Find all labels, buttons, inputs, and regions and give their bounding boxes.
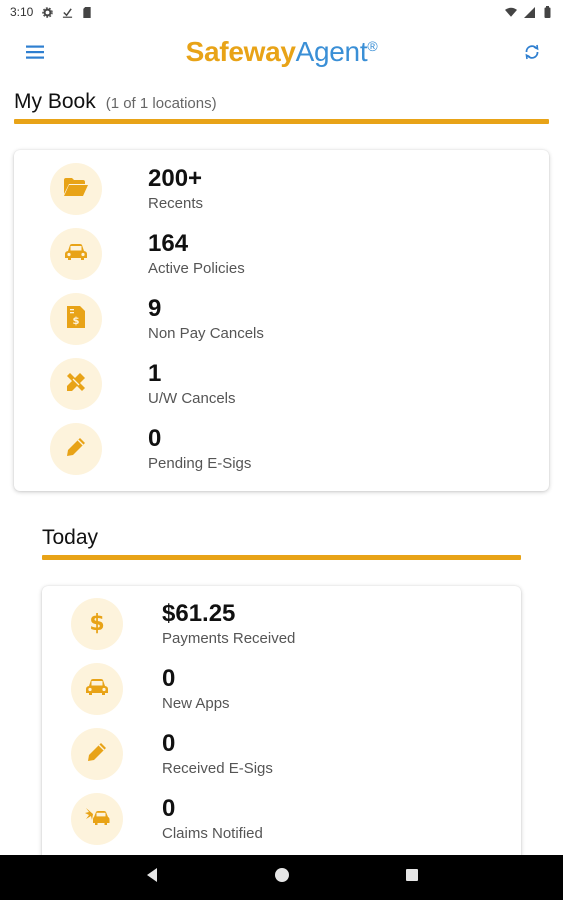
nav-back-button[interactable] bbox=[137, 863, 167, 893]
status-time: 3:10 bbox=[10, 5, 34, 19]
stat-uw-cancels[interactable]: 1 U/W Cancels bbox=[50, 354, 236, 414]
app-logo: SafewayAgent® bbox=[0, 36, 563, 68]
nav-recents-button[interactable] bbox=[397, 863, 427, 893]
non-pay-cancels-label: Non Pay Cancels bbox=[148, 324, 264, 342]
today-divider bbox=[42, 555, 521, 560]
pending-esigs-label: Pending E-Sigs bbox=[148, 454, 252, 472]
recents-icon-circle bbox=[50, 163, 102, 215]
payments-icon-circle: $ bbox=[71, 598, 123, 650]
new-apps-value: 0 bbox=[162, 664, 176, 692]
active-policies-label: Active Policies bbox=[148, 259, 245, 277]
stat-claims-notified[interactable]: 0 Claims Notified bbox=[71, 789, 263, 849]
uw-cancels-label: U/W Cancels bbox=[148, 389, 236, 407]
stat-pending-esigs[interactable]: 0 Pending E-Sigs bbox=[50, 419, 251, 479]
wifi-icon bbox=[505, 6, 517, 18]
back-triangle-icon bbox=[145, 867, 159, 888]
pencil-ruler-icon bbox=[64, 370, 88, 399]
pending-esigs-icon-circle bbox=[50, 423, 102, 475]
stat-non-pay-cancels[interactable]: $ 9 Non Pay Cancels bbox=[50, 289, 264, 349]
received-esigs-icon-circle bbox=[71, 728, 123, 780]
today-header: Today bbox=[42, 526, 98, 550]
payments-label: Payments Received bbox=[162, 629, 296, 647]
my-book-locations: (1 of 1 locations) bbox=[105, 95, 217, 112]
non-pay-cancels-icon-circle: $ bbox=[50, 293, 102, 345]
stat-new-apps[interactable]: 0 New Apps bbox=[71, 659, 230, 719]
uw-cancels-value: 1 bbox=[148, 359, 162, 387]
stat-recents[interactable]: 200+ Recents bbox=[50, 159, 203, 219]
payments-value: $61.25 bbox=[162, 599, 236, 627]
battery-icon bbox=[541, 6, 553, 18]
svg-text:$: $ bbox=[89, 611, 104, 635]
car-icon bbox=[85, 678, 109, 701]
settings-icon bbox=[41, 6, 53, 18]
svg-text:$: $ bbox=[73, 316, 80, 327]
bill-icon: $ bbox=[66, 305, 86, 334]
stat-received-esigs[interactable]: 0 Received E-Sigs bbox=[71, 724, 273, 784]
claims-icon-circle bbox=[71, 793, 123, 845]
logo-registered-mark: ® bbox=[367, 38, 378, 54]
pen-icon bbox=[65, 436, 87, 463]
signal-icon bbox=[523, 6, 535, 18]
today-title: Today bbox=[42, 526, 99, 549]
uw-cancels-icon-circle bbox=[50, 358, 102, 410]
home-circle-icon bbox=[274, 867, 290, 888]
recents-value: 200+ bbox=[148, 164, 203, 192]
stat-payments-received[interactable]: $ $61.25 Payments Received bbox=[71, 594, 295, 654]
new-apps-icon-circle bbox=[71, 663, 123, 715]
download-done-icon bbox=[61, 6, 73, 18]
refresh-button[interactable] bbox=[519, 42, 545, 66]
claims-label: Claims Notified bbox=[162, 824, 263, 842]
active-policies-value: 164 bbox=[148, 229, 189, 257]
received-esigs-label: Received E-Sigs bbox=[162, 759, 273, 777]
new-apps-label: New Apps bbox=[162, 694, 230, 712]
status-bar: 3:10 bbox=[0, 0, 563, 24]
sd-card-icon bbox=[81, 6, 93, 18]
my-book-header: My Book (1 of 1 locations) bbox=[14, 90, 217, 114]
nav-home-button[interactable] bbox=[267, 863, 297, 893]
my-book-title: My Book bbox=[14, 90, 96, 113]
recents-square-icon bbox=[405, 868, 419, 887]
today-card: $ $61.25 Payments Received 0 New Apps 0 … bbox=[42, 586, 521, 876]
car-icon bbox=[64, 243, 88, 266]
my-book-divider bbox=[14, 119, 549, 124]
recents-label: Recents bbox=[148, 194, 204, 212]
non-pay-cancels-value: 9 bbox=[148, 294, 162, 322]
received-esigs-value: 0 bbox=[162, 729, 176, 757]
pending-esigs-value: 0 bbox=[148, 424, 162, 452]
refresh-icon bbox=[523, 43, 541, 66]
logo-text-agent: Agent bbox=[295, 36, 368, 67]
my-book-card: 200+ Recents 164 Active Policies $ 9 Non… bbox=[14, 150, 549, 491]
logo-text-safeway: Safeway bbox=[185, 36, 296, 67]
app-bar: SafewayAgent® bbox=[0, 30, 563, 78]
active-policies-icon-circle bbox=[50, 228, 102, 280]
car-crash-icon bbox=[84, 806, 110, 833]
claims-value: 0 bbox=[162, 794, 176, 822]
pen-icon bbox=[86, 741, 108, 768]
system-nav-bar bbox=[0, 855, 563, 900]
folder-open-icon bbox=[63, 177, 89, 202]
dollar-icon: $ bbox=[88, 609, 106, 640]
stat-active-policies[interactable]: 164 Active Policies bbox=[50, 224, 245, 284]
